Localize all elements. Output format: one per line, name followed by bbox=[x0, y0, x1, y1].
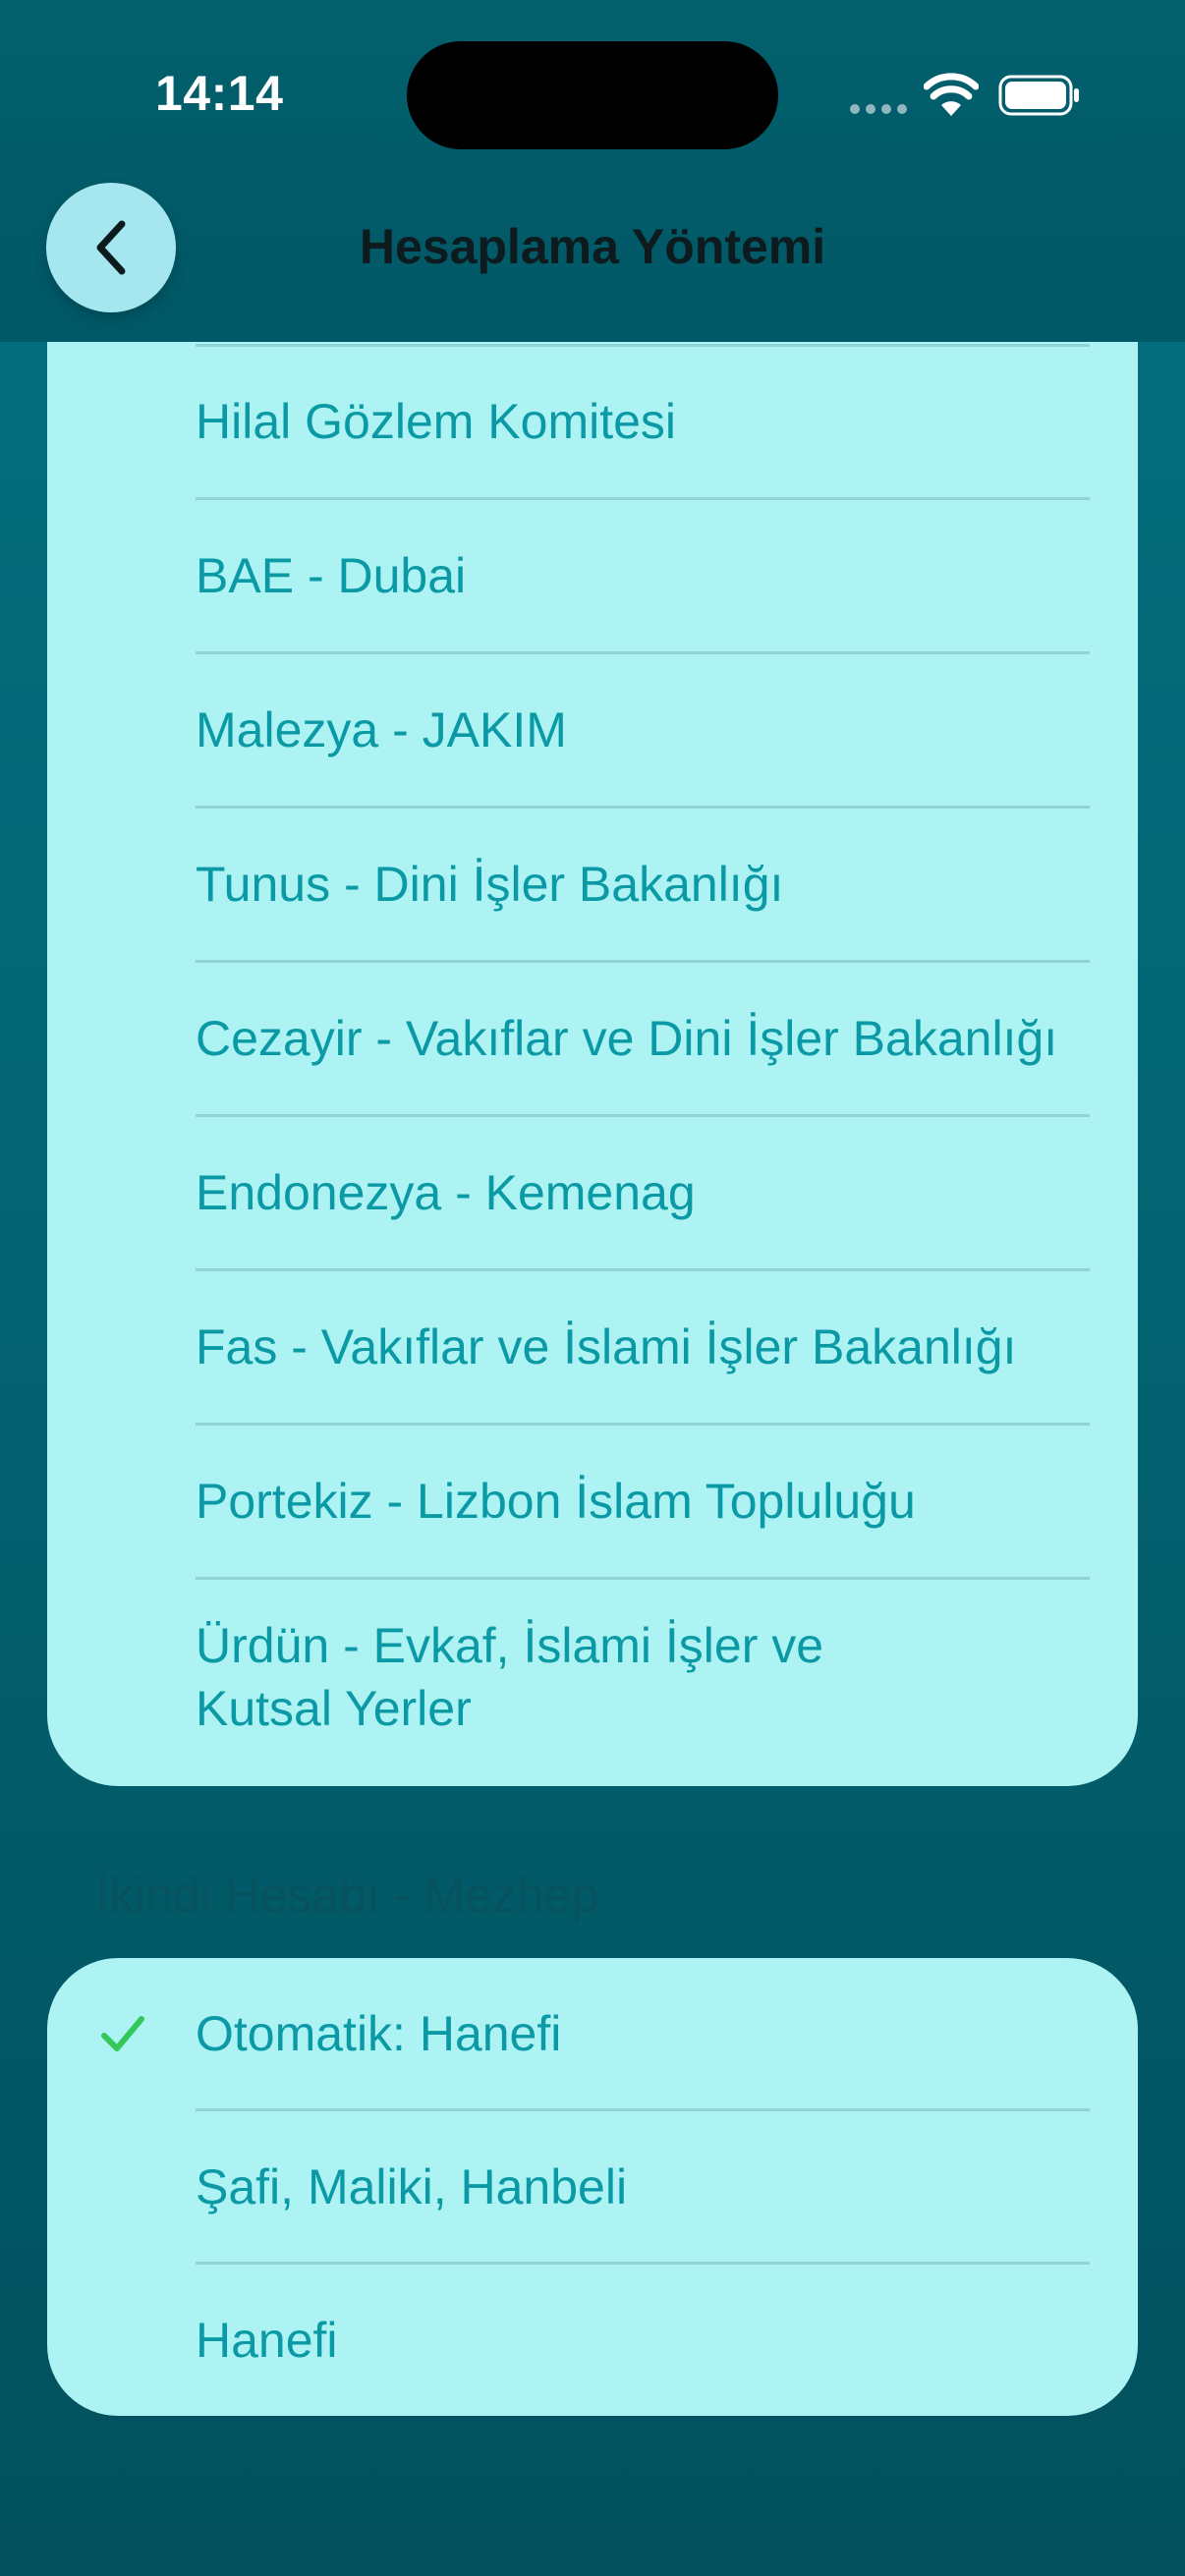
method-label: Ürdün - Evkaf, İslami İşler ve Kutsal Ye… bbox=[196, 1618, 824, 1736]
cellular-signal-icon bbox=[850, 104, 907, 114]
mezhep-row[interactable]: Hanefi bbox=[47, 2265, 1138, 2416]
method-label: Portekiz - Lizbon İslam Topluluğu bbox=[196, 1474, 916, 1529]
section-header-mezhep: İkindi Hesabı - Mezhep bbox=[96, 1868, 599, 1923]
method-row[interactable]: Endonezya - Kemenag bbox=[47, 1117, 1138, 1268]
method-row[interactable]: BAE - Dubai bbox=[47, 500, 1138, 651]
method-row[interactable]: Cezayir - Vakıflar ve Dini İşler Bakanlı… bbox=[47, 963, 1138, 1114]
battery-icon bbox=[998, 75, 1079, 116]
method-label: Tunus - Dini İşler Bakanlığı bbox=[196, 857, 784, 912]
mezhep-row-selected[interactable]: Otomatik: Hanefi bbox=[47, 1958, 1138, 2109]
checkmark-icon bbox=[101, 2016, 144, 2051]
mezhep-label: Hanefi bbox=[196, 2313, 338, 2368]
method-row[interactable]: Hilal Gözlem Komitesi bbox=[47, 346, 1138, 497]
calculation-methods-list: Hilal Gözlem Komitesi BAE - Dubai Malezy… bbox=[47, 295, 1138, 1786]
method-label: BAE - Dubai bbox=[196, 548, 467, 603]
method-label: Endonezya - Kemenag bbox=[196, 1165, 696, 1220]
mezhep-list: Otomatik: Hanefi Şafi, Maliki, Hanbeli H… bbox=[47, 1958, 1138, 2416]
method-row[interactable]: Portekiz - Lizbon İslam Topluluğu bbox=[47, 1426, 1138, 1577]
method-label: Malezya - JAKIM bbox=[196, 702, 567, 757]
dynamic-island bbox=[407, 41, 778, 149]
page-title: Hesaplama Yöntemi bbox=[359, 219, 826, 274]
method-label: Fas - Vakıflar ve İslami İşler Bakanlığı bbox=[196, 1319, 1017, 1374]
method-row[interactable]: Malezya - JAKIM bbox=[47, 654, 1138, 806]
method-label: Hilal Gözlem Komitesi bbox=[196, 394, 677, 449]
navigation-bar: 14:14 Hesaplama Yöntemi bbox=[0, 0, 1185, 342]
method-row[interactable]: Fas - Vakıflar ve İslami İşler Bakanlığı bbox=[47, 1271, 1138, 1423]
method-row[interactable]: Ürdün - Evkaf, İslami İşler ve Kutsal Ye… bbox=[47, 1580, 1138, 1776]
method-row[interactable]: Tunus - Dini İşler Bakanlığı bbox=[47, 809, 1138, 960]
status-time: 14:14 bbox=[155, 66, 284, 121]
method-label: Cezayir - Vakıflar ve Dini İşler Bakanlı… bbox=[196, 1011, 1058, 1066]
wifi-icon bbox=[924, 73, 979, 116]
mezhep-label: Şafi, Maliki, Hanbeli bbox=[196, 2159, 628, 2214]
mezhep-label: Otomatik: Hanefi bbox=[196, 2006, 562, 2061]
mezhep-row[interactable]: Şafi, Maliki, Hanbeli bbox=[47, 2111, 1138, 2263]
